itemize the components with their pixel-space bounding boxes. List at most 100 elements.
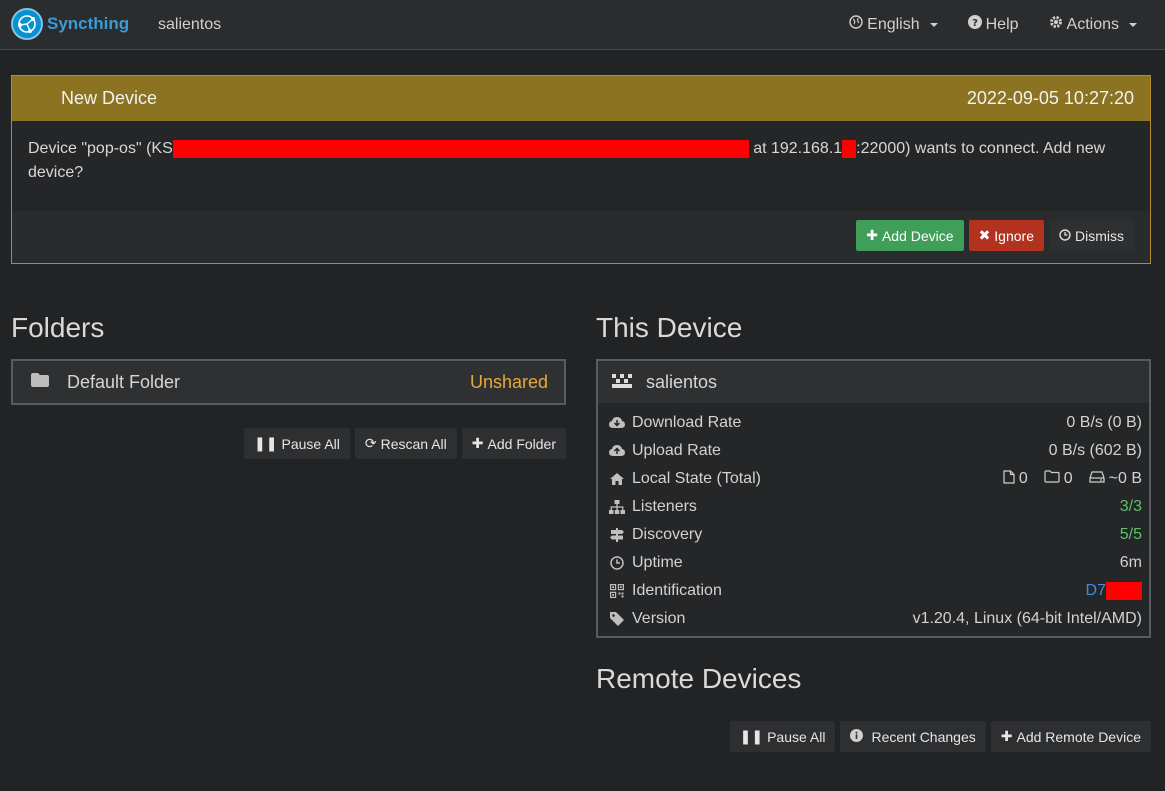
home-icon xyxy=(608,473,626,485)
uptime-value: 6m xyxy=(1119,554,1142,571)
discovery-value[interactable]: 5/5 xyxy=(1120,526,1142,544)
gear-icon xyxy=(1049,15,1063,34)
listeners-label: Listeners xyxy=(632,498,697,515)
pause-all-devices-label: Pause All xyxy=(767,728,826,745)
dismiss-label: Dismiss xyxy=(1075,227,1124,244)
folder-name: Default Folder xyxy=(67,371,181,392)
this-device-panel: salientos Download Rate 0 B/s (0 B) Uplo… xyxy=(596,359,1151,638)
redacted-device-id xyxy=(1106,582,1142,600)
download-rate-value: 0 B/s (0 B) xyxy=(1066,414,1142,431)
language-label: English xyxy=(867,15,920,33)
device-identicon-icon xyxy=(612,372,632,393)
redacted-device-id xyxy=(172,139,749,158)
folder-icon xyxy=(31,372,49,392)
version-label: Version xyxy=(632,610,686,627)
svg-text:?: ? xyxy=(972,18,978,29)
this-device-header[interactable]: salientos xyxy=(598,361,1149,403)
notification-header: New Device 2022-09-05 10:27:20 xyxy=(12,76,1150,121)
local-dirs-count: 0 xyxy=(1063,470,1073,487)
navbar: Syncthing salientos English ? Help Actio… xyxy=(0,0,1165,50)
brand[interactable]: Syncthing xyxy=(11,8,129,40)
actions-menu[interactable]: Actions xyxy=(1049,15,1137,34)
brand-name: Syncthing xyxy=(47,14,130,33)
sitemap-icon xyxy=(608,500,626,514)
listeners-value[interactable]: 3/3 xyxy=(1120,498,1142,516)
uptime-label: Uptime xyxy=(632,554,683,571)
nav-device-name: salientos xyxy=(158,16,222,33)
version-row: Version v1.20.4, Linux (64-bit Intel/AMD… xyxy=(598,605,1149,633)
file-icon xyxy=(1003,469,1015,489)
notification-timestamp: 2022-09-05 10:27:20 xyxy=(966,88,1134,108)
notification-message: Device "pop-os" (KS at 192.168.1:22000) … xyxy=(12,121,1150,213)
globe-icon xyxy=(849,15,863,34)
info-icon xyxy=(850,728,864,745)
add-folder-label: Add Folder xyxy=(487,435,556,452)
ignore-button[interactable]: ✖ Ignore xyxy=(968,220,1044,251)
pause-icon: ❚❚ xyxy=(739,728,764,744)
discovery-row: Discovery 5/5 xyxy=(598,521,1149,549)
clock-icon xyxy=(608,556,626,570)
hdd-icon xyxy=(1089,470,1105,488)
add-folder-button[interactable]: ✚ Add Folder xyxy=(461,428,566,459)
upload-rate-row: Upload Rate 0 B/s (602 B) xyxy=(598,437,1149,465)
tag-icon xyxy=(608,612,626,626)
version-value: v1.20.4, Linux (64-bit Intel/AMD) xyxy=(912,610,1142,627)
discovery-label: Discovery xyxy=(632,526,703,543)
chevron-down-icon xyxy=(1129,22,1137,27)
new-device-notification: New Device 2022-09-05 10:27:20 Device "p… xyxy=(11,75,1151,264)
refresh-icon: ⟳ xyxy=(364,435,377,451)
actions-label: Actions xyxy=(1066,15,1119,33)
device-id-short[interactable]: D7 xyxy=(1086,582,1106,600)
rescan-all-button[interactable]: ⟳ Rescan All xyxy=(354,428,457,459)
help-label: Help xyxy=(985,15,1019,33)
local-files-count: 0 xyxy=(1018,470,1028,487)
plus-icon: ✚ xyxy=(1000,728,1013,744)
add-device-button[interactable]: ✚ Add Device xyxy=(856,220,964,251)
chevron-down-icon xyxy=(929,22,938,27)
plus-icon: ✚ xyxy=(471,435,484,451)
folder-outline-icon xyxy=(1044,470,1060,488)
dismiss-button[interactable]: Dismiss xyxy=(1049,220,1134,251)
pause-all-folders-button[interactable]: ❚❚ Pause All xyxy=(244,428,350,459)
close-icon: ✖ xyxy=(978,227,991,243)
ignore-label: Ignore xyxy=(994,227,1034,244)
add-device-label: Add Device xyxy=(881,227,954,244)
recent-changes-button[interactable]: Recent Changes xyxy=(840,721,986,752)
clock-icon xyxy=(1059,228,1071,244)
pause-all-devices-button[interactable]: ❚❚ Pause All xyxy=(729,721,836,752)
add-remote-device-button[interactable]: ✚ Add Remote Device xyxy=(990,721,1151,752)
rescan-all-label: Rescan All xyxy=(380,435,447,452)
syncthing-logo-icon xyxy=(11,8,43,40)
recent-changes-label: Recent Changes xyxy=(871,728,976,745)
local-state-row: Local State (Total) 0 0 ~0 B xyxy=(598,465,1149,493)
add-remote-device-label: Add Remote Device xyxy=(1016,728,1141,745)
redacted-ip-octet xyxy=(842,139,857,158)
cloud-upload-icon xyxy=(608,445,626,457)
remote-devices-heading: Remote Devices xyxy=(596,663,802,694)
local-state-label: Local State (Total) xyxy=(632,470,761,487)
listeners-row: Listeners 3/3 xyxy=(598,493,1149,521)
identification-label: Identification xyxy=(632,582,722,599)
upload-rate-label: Upload Rate xyxy=(632,442,721,459)
message-prefix: Device "pop-os" (KS xyxy=(28,140,173,157)
pause-icon: ❚❚ xyxy=(254,435,278,451)
language-menu[interactable]: English xyxy=(849,15,938,34)
folder-status: Unshared xyxy=(469,371,548,392)
local-state-value: 0 0 ~0 B xyxy=(1003,469,1142,489)
folder-default[interactable]: Default Folder Unshared xyxy=(11,359,566,405)
folders-heading: Folders xyxy=(11,312,105,343)
identification-value[interactable]: D7 xyxy=(1086,582,1142,600)
uptime-row: Uptime 6m xyxy=(598,549,1149,577)
question-icon: ? xyxy=(967,15,982,34)
help-link[interactable]: ? Help xyxy=(967,15,1019,34)
this-device-heading: This Device xyxy=(596,312,743,343)
upload-rate-value: 0 B/s (602 B) xyxy=(1048,442,1142,459)
cloud-download-icon xyxy=(608,417,626,429)
local-size: ~0 B xyxy=(1108,470,1142,487)
plus-icon: ✚ xyxy=(866,227,878,243)
download-rate-label: Download Rate xyxy=(632,414,742,431)
pause-all-label: Pause All xyxy=(281,435,340,452)
notification-title: New Device xyxy=(61,88,158,108)
download-rate-row: Download Rate 0 B/s (0 B) xyxy=(598,409,1149,437)
this-device-name: salientos xyxy=(646,371,718,392)
